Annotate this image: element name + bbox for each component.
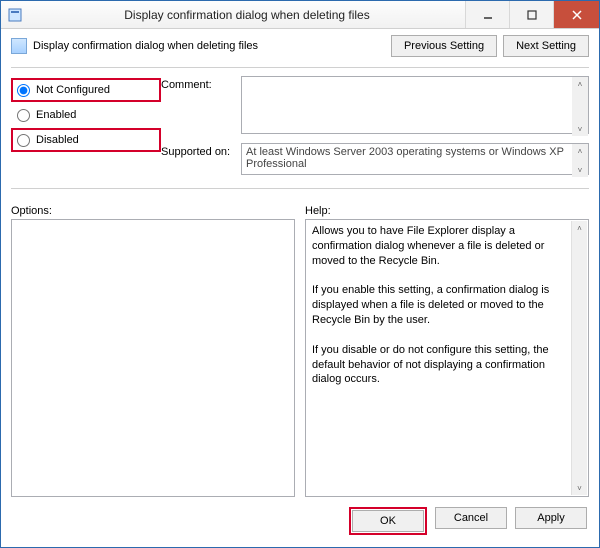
radio-disabled-label: Disabled	[36, 134, 79, 146]
next-setting-button[interactable]: Next Setting	[503, 35, 589, 57]
scroll-up-icon[interactable]: ˄	[572, 77, 588, 91]
close-button[interactable]	[553, 1, 599, 28]
details-column: Comment: ˄˅ Supported on: ˄˅	[161, 76, 589, 178]
header-row: Display confirmation dialog when deletin…	[11, 35, 589, 57]
scrollbar[interactable]: ˄˅	[571, 221, 587, 495]
divider	[11, 188, 589, 189]
radio-not-configured[interactable]: Not Configured	[13, 80, 159, 100]
comment-label: Comment:	[161, 76, 241, 137]
app-icon	[7, 7, 23, 23]
radio-enabled[interactable]: Enabled	[11, 105, 161, 125]
help-column: Help: Allows you to have File Explorer d…	[305, 205, 589, 497]
help-label: Help:	[305, 205, 589, 217]
supported-text	[241, 143, 589, 175]
dialog-body: Display confirmation dialog when deletin…	[1, 29, 599, 547]
scroll-up-icon[interactable]: ˄	[572, 144, 588, 158]
scroll-down-icon[interactable]: ˅	[572, 163, 588, 177]
gpo-dialog-window: Display confirmation dialog when deletin…	[0, 0, 600, 548]
radio-enabled-label: Enabled	[36, 109, 76, 121]
scroll-up-icon[interactable]: ˄	[572, 221, 587, 235]
options-column: Options:	[11, 205, 295, 497]
help-text: Allows you to have File Explorer display…	[306, 220, 588, 391]
divider	[11, 67, 589, 68]
supported-wrap: ˄˅	[241, 143, 589, 178]
supported-row: Supported on: ˄˅	[161, 143, 589, 178]
comment-wrap: ˄˅	[241, 76, 589, 137]
comment-input[interactable]	[241, 76, 589, 134]
config-row: Not Configured Enabled Disabled Comment:	[11, 76, 589, 178]
highlight-ok: OK	[349, 507, 427, 535]
radio-not-configured-input[interactable]	[17, 84, 30, 97]
options-panel	[11, 219, 295, 497]
options-label: Options:	[11, 205, 295, 217]
radio-disabled-input[interactable]	[17, 134, 30, 147]
footer: OK Cancel Apply	[11, 497, 589, 537]
state-radio-group: Not Configured Enabled Disabled	[11, 76, 161, 178]
highlight-not-configured: Not Configured	[11, 78, 161, 102]
cancel-button[interactable]: Cancel	[435, 507, 507, 529]
comment-row: Comment: ˄˅	[161, 76, 589, 137]
radio-enabled-input[interactable]	[17, 109, 30, 122]
maximize-button[interactable]	[509, 1, 553, 28]
radio-not-configured-label: Not Configured	[36, 84, 110, 96]
apply-button[interactable]: Apply	[515, 507, 587, 529]
previous-setting-button[interactable]: Previous Setting	[391, 35, 497, 57]
policy-title: Display confirmation dialog when deletin…	[33, 40, 391, 52]
scrollbar[interactable]: ˄˅	[572, 77, 588, 136]
scroll-down-icon[interactable]: ˅	[572, 122, 588, 136]
supported-label: Supported on:	[161, 143, 241, 178]
radio-disabled[interactable]: Disabled	[13, 130, 159, 150]
minimize-button[interactable]	[465, 1, 509, 28]
nav-buttons: Previous Setting Next Setting	[391, 35, 589, 57]
highlight-disabled: Disabled	[11, 128, 161, 152]
window-controls	[465, 1, 599, 28]
help-panel: Allows you to have File Explorer display…	[305, 219, 589, 497]
window-title: Display confirmation dialog when deletin…	[29, 8, 465, 22]
lower-row: Options: Help: Allows you to have File E…	[11, 205, 589, 497]
scroll-down-icon[interactable]: ˅	[572, 481, 587, 495]
policy-icon	[11, 38, 27, 54]
titlebar[interactable]: Display confirmation dialog when deletin…	[1, 1, 599, 29]
scrollbar[interactable]: ˄˅	[572, 144, 588, 177]
ok-button[interactable]: OK	[352, 510, 424, 532]
